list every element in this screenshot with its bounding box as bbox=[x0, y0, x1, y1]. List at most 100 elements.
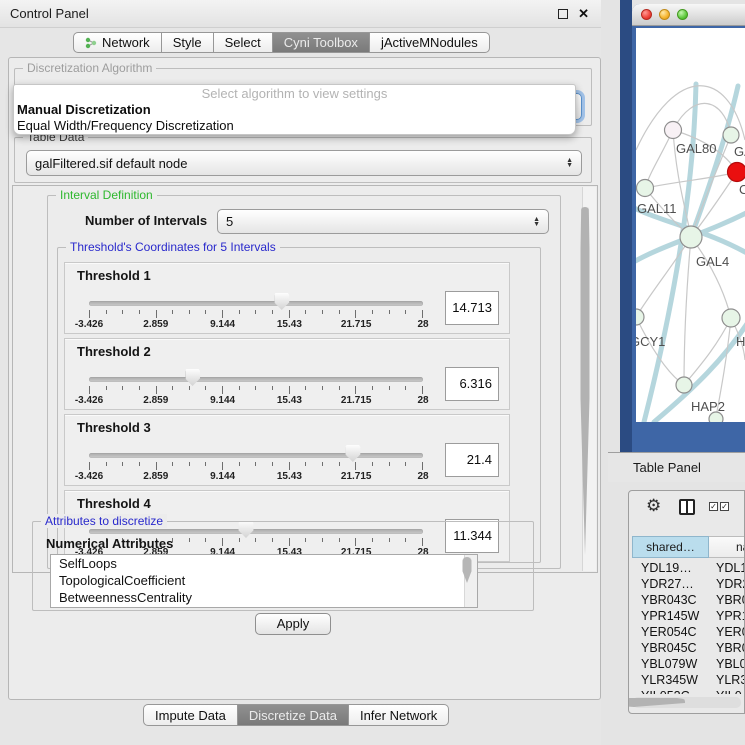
network-node-gal4[interactable] bbox=[680, 226, 702, 248]
stepper-arrows-icon: ▲▼ bbox=[566, 158, 573, 168]
scrollbar-thumb[interactable] bbox=[581, 207, 590, 555]
slider-thumb[interactable] bbox=[345, 445, 360, 462]
slider-track[interactable] bbox=[89, 377, 423, 382]
tick-label: -3.426 bbox=[75, 395, 103, 406]
list-item[interactable]: SelfLoops bbox=[51, 555, 477, 572]
zoom-traffic-light-icon[interactable] bbox=[677, 9, 688, 20]
tick-label: -3.426 bbox=[75, 471, 103, 482]
table-data-value: galFiltered.sif default node bbox=[35, 156, 187, 171]
table-data-combobox[interactable]: galFiltered.sif default node ▲▼ bbox=[26, 150, 582, 176]
network-canvas[interactable]: GAL80 GA C GAL11 GAL4 GCY1 H HAP2 bbox=[636, 28, 745, 422]
horizontal-scrollbar[interactable] bbox=[633, 697, 741, 708]
table-header-row: shared… na bbox=[632, 536, 745, 558]
cell-shared-name: YBL079W bbox=[632, 656, 709, 672]
number-of-intervals-combobox[interactable]: 5 ▲▼ bbox=[217, 209, 549, 234]
control-panel-title: Control Panel bbox=[10, 6, 89, 21]
minimize-traffic-light-icon[interactable] bbox=[659, 9, 670, 20]
network-window-titlebar[interactable] bbox=[632, 4, 745, 26]
tab-label: Infer Network bbox=[360, 706, 437, 725]
network-node-gal80[interactable] bbox=[665, 122, 682, 139]
table-row[interactable]: YER054C YER0 bbox=[632, 624, 745, 640]
cell-shared-name: YDL19… bbox=[632, 560, 709, 576]
tab-cyni-toolbox[interactable]: Cyni Toolbox bbox=[273, 32, 370, 53]
list-item[interactable]: BetweennessCentrality bbox=[51, 589, 477, 606]
tab-network[interactable]: Network bbox=[73, 32, 162, 53]
float-window-icon[interactable] bbox=[558, 9, 568, 19]
threshold-1-value-field[interactable]: 14.713 bbox=[445, 291, 499, 325]
slider-track[interactable] bbox=[89, 453, 423, 458]
column-header-name[interactable]: na bbox=[709, 536, 745, 558]
table-row[interactable]: YBR043C YBR0 bbox=[632, 592, 745, 608]
tab-select[interactable]: Select bbox=[214, 32, 273, 53]
list-scrollbar[interactable] bbox=[464, 555, 477, 607]
columns-icon[interactable] bbox=[679, 499, 695, 515]
cell-shared-name: YBR045C bbox=[632, 640, 709, 656]
table-row[interactable]: YPR145W YPR1 bbox=[632, 608, 745, 624]
list-item[interactable]: TopologicalCoefficient bbox=[51, 572, 477, 589]
tab-discretize-data[interactable]: Discretize Data bbox=[238, 704, 349, 726]
cell-shared-name: YIL052C bbox=[632, 688, 709, 694]
threshold-1-slider: -3.426 2.859 9.144 15.43 21.715 28 bbox=[89, 263, 423, 335]
network-node-gcy1[interactable] bbox=[636, 309, 644, 325]
tab-style[interactable]: Style bbox=[162, 32, 214, 53]
tick-label: 21.715 bbox=[341, 471, 372, 482]
tab-label: Cyni Toolbox bbox=[284, 33, 358, 52]
table-row[interactable]: YLR345W YLR3 bbox=[632, 672, 745, 688]
group-title: Threshold's Coordinates for 5 Intervals bbox=[66, 240, 280, 254]
threshold-2-value-field[interactable]: 6.316 bbox=[445, 367, 499, 401]
network-node[interactable] bbox=[722, 309, 740, 327]
top-tab-bar: Network Style Select Cyni Toolbox jActiv… bbox=[73, 32, 490, 53]
slider-track[interactable] bbox=[89, 301, 423, 306]
window-edge-strip bbox=[620, 0, 632, 454]
node-label-hap2: HAP2 bbox=[691, 399, 725, 414]
close-traffic-light-icon[interactable] bbox=[641, 9, 652, 20]
cell-name: YBL0 bbox=[709, 656, 745, 672]
table-row[interactable]: YDL19… YDL1 bbox=[632, 560, 745, 576]
gear-icon[interactable]: ⚙ bbox=[646, 496, 661, 516]
checkbox-icon[interactable]: ✓ bbox=[709, 502, 718, 511]
cell-name: YDL1 bbox=[709, 560, 745, 576]
cell-name: YER0 bbox=[709, 624, 745, 640]
table-row[interactable]: YIL052C YIL0 bbox=[632, 688, 745, 694]
close-icon[interactable]: ✕ bbox=[578, 9, 589, 19]
network-graph: GAL80 GA C GAL11 GAL4 GCY1 H HAP2 bbox=[636, 28, 745, 422]
threshold-3-panel: Threshold 3 -3.426 2.859 9.144 15.43 21.… bbox=[64, 414, 510, 486]
slider-thumb[interactable] bbox=[185, 369, 200, 386]
cell-name: YBR0 bbox=[709, 592, 745, 608]
tab-label: Style bbox=[173, 33, 202, 52]
network-node-selected[interactable] bbox=[728, 163, 745, 182]
table-toolbar: ⚙ ✓ ✓ bbox=[629, 491, 744, 525]
network-node[interactable] bbox=[723, 127, 739, 143]
tick-label: 9.144 bbox=[210, 395, 235, 406]
bottom-tab-bar: Impute Data Discretize Data Infer Networ… bbox=[143, 704, 449, 726]
table-panel: ⚙ ✓ ✓ shared… na YDL19… YDL1 YDR27… YDR2… bbox=[628, 490, 745, 714]
checkbox-icon[interactable]: ✓ bbox=[720, 502, 729, 511]
table-row[interactable]: YBL079W YBL0 bbox=[632, 656, 745, 672]
cell-name: YIL0 bbox=[709, 688, 742, 694]
table-row[interactable]: YBR045C YBR0 bbox=[632, 640, 745, 656]
threshold-3-value-field[interactable]: 21.4 bbox=[445, 443, 499, 477]
dropdown-option-manual[interactable]: Manual Discretization bbox=[14, 102, 575, 118]
network-node-hap2[interactable] bbox=[676, 377, 692, 393]
tick-label: 15.43 bbox=[277, 319, 302, 330]
column-header-shared-name[interactable]: shared… bbox=[632, 536, 709, 558]
network-node-gal11[interactable] bbox=[637, 180, 654, 197]
numerical-attributes-label: Numerical Attributes bbox=[46, 536, 173, 551]
scrollbar-thumb[interactable] bbox=[463, 557, 472, 583]
vertical-scrollbar[interactable] bbox=[582, 187, 596, 571]
apply-button[interactable]: Apply bbox=[255, 613, 331, 635]
tab-impute-data[interactable]: Impute Data bbox=[143, 704, 238, 726]
slider-thumb[interactable] bbox=[274, 293, 289, 310]
number-of-intervals-label: Number of Intervals bbox=[85, 213, 207, 228]
tick-label: 15.43 bbox=[277, 395, 302, 406]
dropdown-option-equal-width[interactable]: Equal Width/Frequency Discretization bbox=[14, 118, 575, 134]
cell-shared-name: YDR27… bbox=[632, 576, 709, 592]
tab-infer-network[interactable]: Infer Network bbox=[349, 704, 449, 726]
tick-label: 2.859 bbox=[143, 395, 168, 406]
scrollbar-thumb[interactable] bbox=[628, 698, 685, 707]
tab-label: jActiveMNodules bbox=[381, 33, 478, 52]
table-row[interactable]: YDR27… YDR2 bbox=[632, 576, 745, 592]
control-panel-window: Control Panel ✕ Network Style Select Cyn… bbox=[0, 0, 601, 745]
slider-tick-labels: -3.426 2.859 9.144 15.43 21.715 28 bbox=[89, 471, 423, 483]
tab-jactivemnodules[interactable]: jActiveMNodules bbox=[370, 32, 490, 53]
